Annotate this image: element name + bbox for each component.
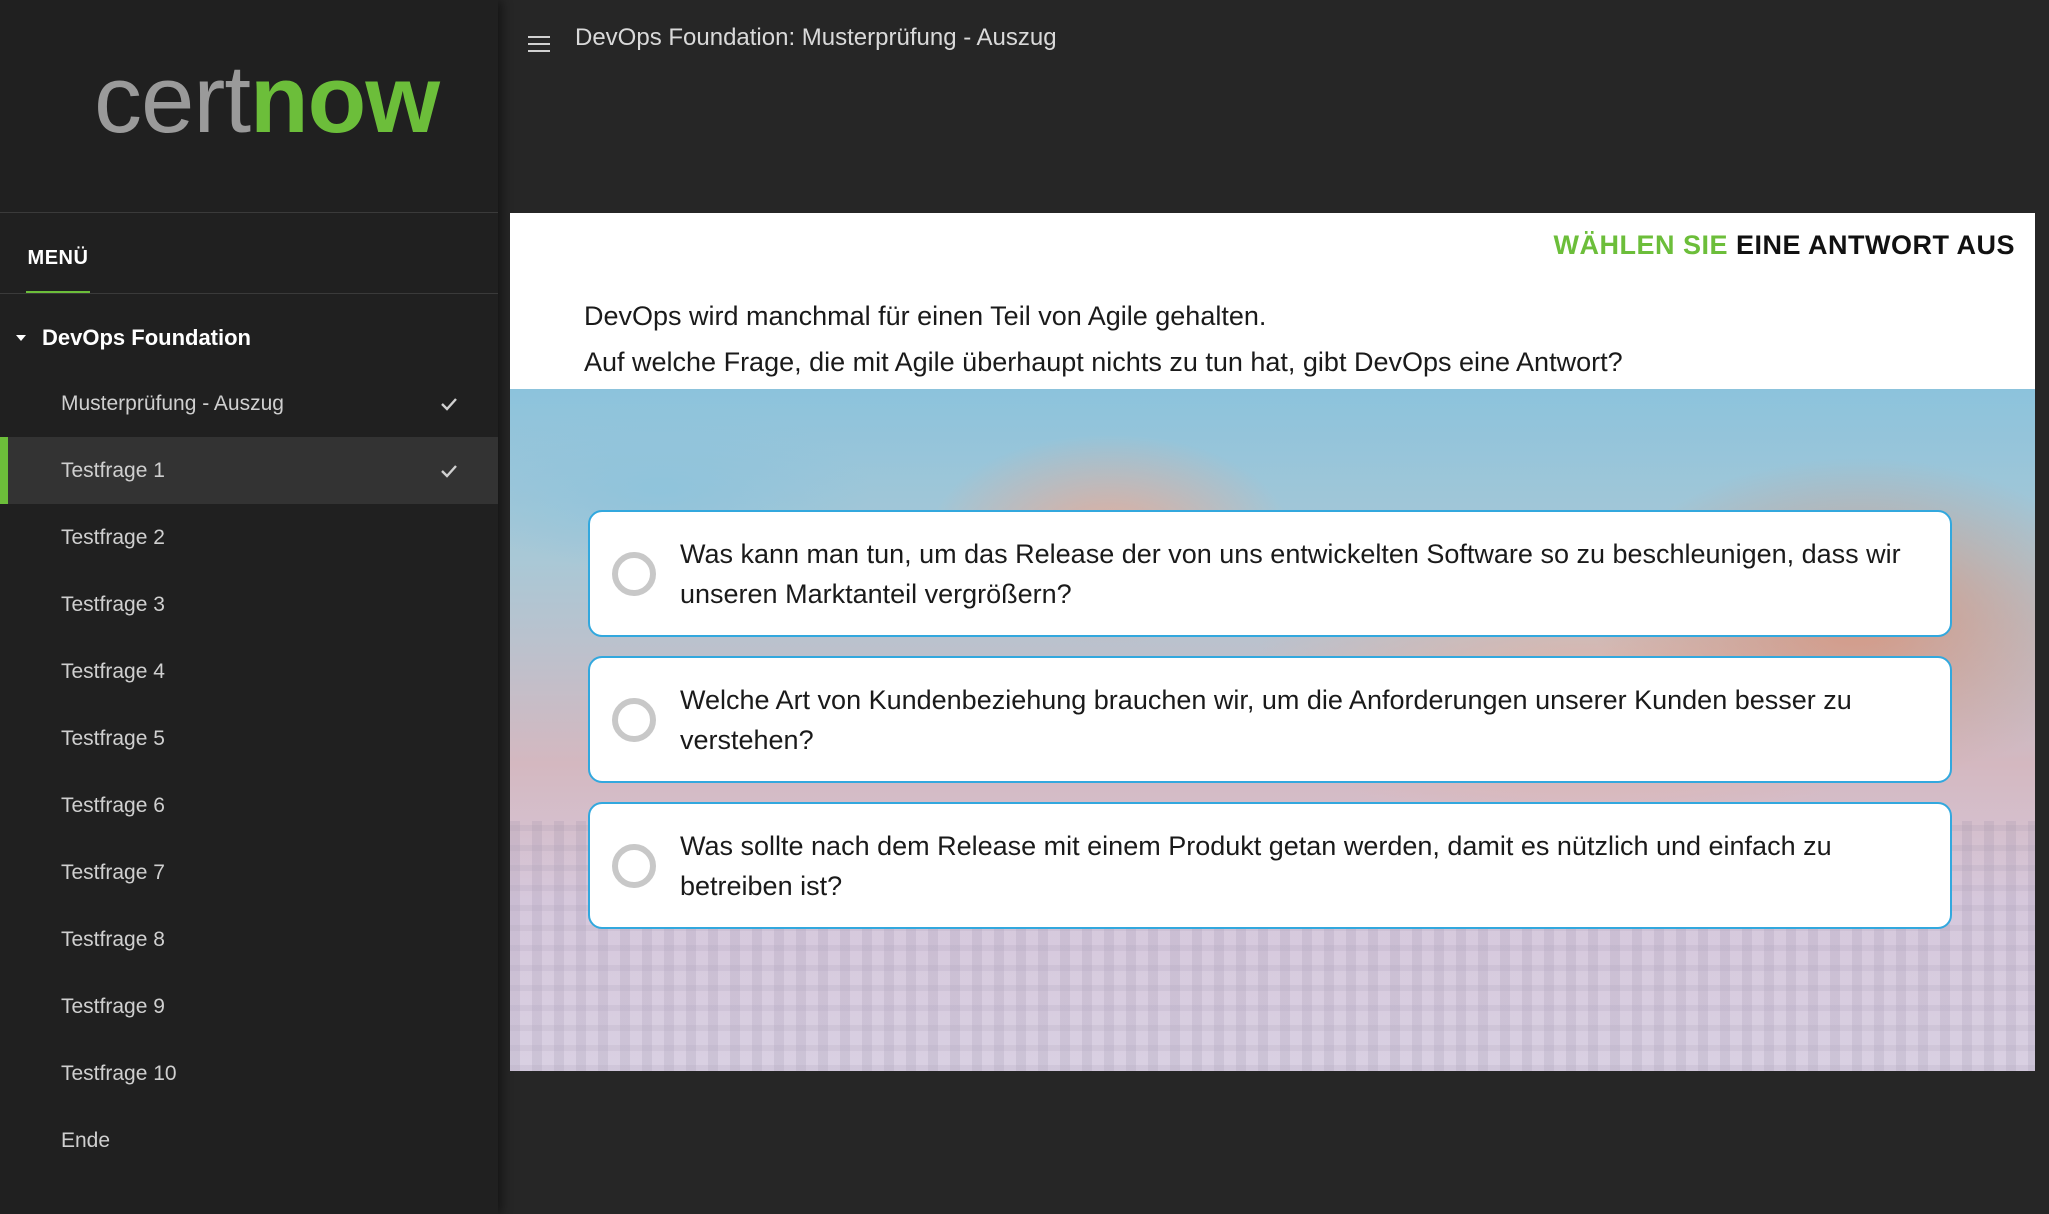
sidebar-item-label: Ende xyxy=(61,1128,111,1152)
checkmark-icon xyxy=(441,464,457,478)
hamburger-menu-icon[interactable] xyxy=(528,36,550,52)
sidebar: cert now MENÜ DevOps Foundation Musterprü… xyxy=(0,0,498,1214)
sidebar-item-testfrage-1[interactable]: Testfrage 1 xyxy=(0,437,498,504)
sidebar-section-title: DevOps Foundation xyxy=(42,325,251,350)
radio-button[interactable] xyxy=(612,551,656,596)
question-text: DevOps wird manchmal für einen Teil von … xyxy=(584,293,1984,385)
sidebar-item-testfrage-5[interactable]: Testfrage 5 xyxy=(0,705,498,772)
answer-text: Was kann man tun, um das Release der von… xyxy=(680,538,1901,609)
sidebar-item-label: Testfrage 6 xyxy=(61,793,165,817)
sidebar-item-label: Testfrage 3 xyxy=(61,592,165,616)
page-title: DevOps Foundation: Musterprüfung - Auszu… xyxy=(575,24,1057,51)
sidebar-item-testfrage-3[interactable]: Testfrage 3 xyxy=(0,571,498,638)
sidebar-item-testfrage-10[interactable]: Testfrage 10 xyxy=(0,1040,498,1107)
sidebar-item-musterpruefung[interactable]: Musterprüfung - Auszug xyxy=(0,370,498,437)
instruction-label: WÄHLEN SIE EINE ANTWORT AUS xyxy=(1553,230,2015,261)
instruction-black: EINE ANTWORT AUS xyxy=(1736,230,2015,260)
sidebar-item-testfrage-4[interactable]: Testfrage 4 xyxy=(0,638,498,705)
sidebar-item-testfrage-2[interactable]: Testfrage 2 xyxy=(0,504,498,571)
sidebar-section-devops-foundation[interactable]: DevOps Foundation xyxy=(0,316,498,360)
sidebar-item-label: Testfrage 9 xyxy=(61,994,165,1018)
answer-text: Welche Art von Kundenbeziehung brauchen … xyxy=(680,684,1852,755)
sidebar-item-label: Testfrage 10 xyxy=(61,1061,177,1085)
sidebar-item-label: Testfrage 1 xyxy=(61,458,165,482)
answer-text: Was sollte nach dem Release mit einem Pr… xyxy=(680,830,1832,901)
question-line-2: Auf welche Frage, die mit Agile überhaup… xyxy=(584,347,1623,377)
answer-option-1[interactable]: Was kann man tun, um das Release der von… xyxy=(588,510,1952,637)
sidebar-item-label: Testfrage 7 xyxy=(61,860,165,884)
checkmark-icon xyxy=(441,397,457,411)
sidebar-item-label: Testfrage 2 xyxy=(61,525,165,549)
logo-text-now: now xyxy=(250,46,440,153)
answer-option-2[interactable]: Welche Art von Kundenbeziehung brauchen … xyxy=(588,656,1952,783)
question-card: WÄHLEN SIE EINE ANTWORT AUS DevOps wird … xyxy=(510,213,2035,1071)
instruction-green: WÄHLEN SIE xyxy=(1553,230,1728,260)
sidebar-divider-menu xyxy=(0,293,498,294)
caret-down-icon xyxy=(16,335,26,341)
sidebar-item-label: Musterprüfung - Auszug xyxy=(61,391,284,415)
radio-button[interactable] xyxy=(612,697,656,742)
sidebar-item-ende[interactable]: Ende xyxy=(0,1107,498,1174)
background-photo: Was kann man tun, um das Release der von… xyxy=(510,389,2035,1071)
sidebar-item-label: Testfrage 4 xyxy=(61,659,165,683)
certnow-logo[interactable]: cert now xyxy=(94,52,440,148)
sidebar-item-label: Testfrage 5 xyxy=(61,726,165,750)
sidebar-item-testfrage-8[interactable]: Testfrage 8 xyxy=(0,906,498,973)
logo-text-cert: cert xyxy=(94,46,251,153)
answer-option-3[interactable]: Was sollte nach dem Release mit einem Pr… xyxy=(588,802,1952,929)
sidebar-item-testfrage-6[interactable]: Testfrage 6 xyxy=(0,772,498,839)
question-line-1: DevOps wird manchmal für einen Teil von … xyxy=(584,301,1267,331)
sidebar-item-list: Musterprüfung - Auszug Testfrage 1 Testf… xyxy=(0,370,498,1174)
menu-tab[interactable]: MENÜ xyxy=(26,222,90,294)
sidebar-item-testfrage-9[interactable]: Testfrage 9 xyxy=(0,973,498,1040)
sidebar-item-label: Testfrage 8 xyxy=(61,927,165,951)
sidebar-divider-top xyxy=(0,212,498,213)
radio-button[interactable] xyxy=(612,843,656,888)
sidebar-item-testfrage-7[interactable]: Testfrage 7 xyxy=(0,839,498,906)
